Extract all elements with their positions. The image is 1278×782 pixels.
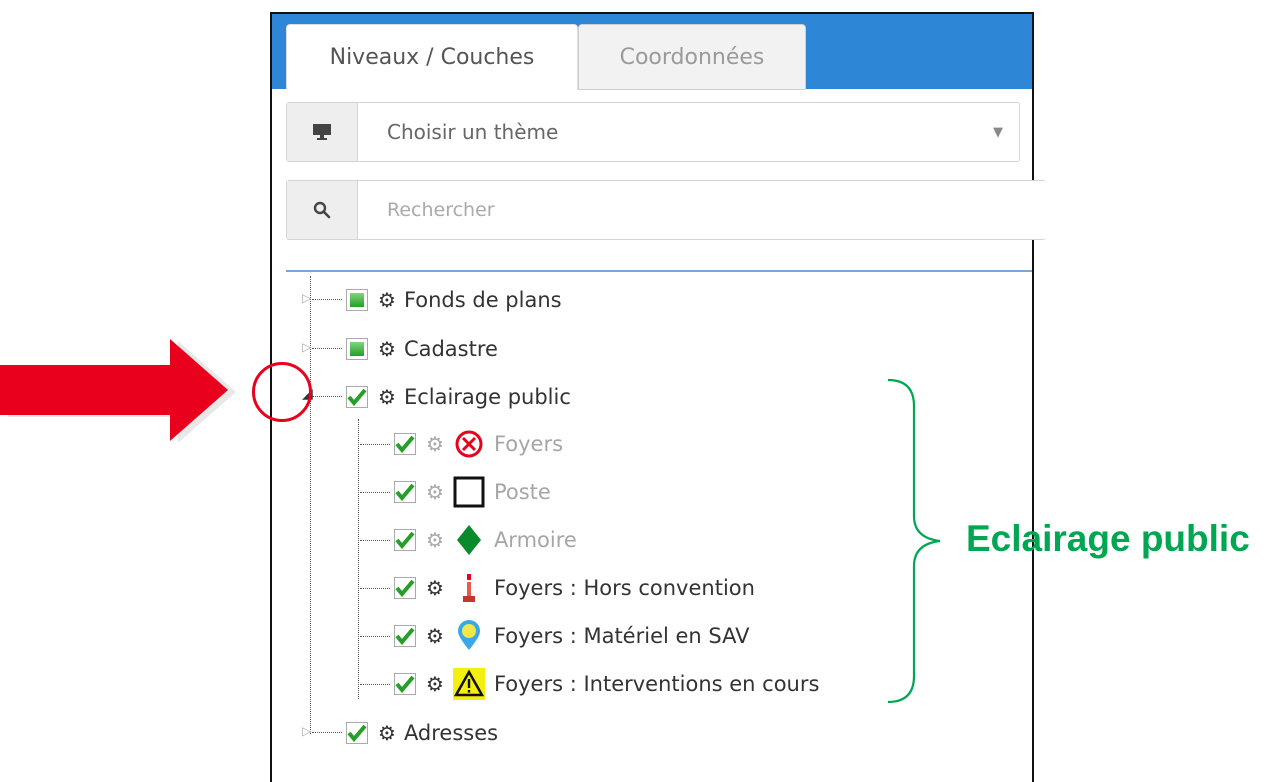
- monitor-icon: [287, 103, 358, 161]
- gear-icon[interactable]: ⚙: [426, 626, 444, 646]
- tree-node-fonds-de-plans[interactable]: ⚙ Fonds de plans: [346, 282, 562, 318]
- red-cross-circle-icon: [452, 427, 486, 461]
- gear-icon[interactable]: ⚙: [426, 578, 444, 598]
- red-street-light-icon: [452, 571, 486, 605]
- expand-arrow-icon[interactable]: ▷: [302, 724, 311, 738]
- tab-bar: Niveaux / Couches Coordonnées: [272, 14, 1032, 90]
- tab-label: Coordonnées: [619, 44, 765, 70]
- search-input[interactable]: Rechercher: [387, 181, 495, 239]
- gear-icon[interactable]: ⚙: [426, 482, 444, 502]
- search-field[interactable]: Rechercher: [286, 180, 1046, 240]
- layer-checkbox[interactable]: [346, 338, 368, 360]
- layer-checkbox[interactable]: [394, 529, 416, 551]
- green-diamond-icon: [452, 523, 486, 557]
- curly-brace-icon: [887, 378, 941, 704]
- tree-node-foyers-materiel-sav[interactable]: ⚙ Foyers : Matériel en SAV: [394, 618, 750, 654]
- tree-node-armoire[interactable]: ⚙ Armoire: [394, 522, 577, 558]
- tree-node-label: Cadastre: [403, 337, 498, 361]
- layer-checkbox[interactable]: [394, 625, 416, 647]
- tree-node-label: Adresses: [403, 721, 499, 745]
- layer-checkbox[interactable]: [394, 433, 416, 455]
- expand-arrow-icon[interactable]: ▷: [302, 291, 311, 305]
- gear-icon[interactable]: ⚙: [378, 387, 396, 407]
- tree-node-label: Eclairage public: [403, 385, 571, 409]
- theme-select-value: Choisir un thème: [387, 120, 559, 144]
- tree-node-label: Foyers : Hors convention: [493, 576, 755, 600]
- blue-map-pin-icon: [452, 619, 486, 653]
- tab-coordonnees[interactable]: Coordonnées: [578, 24, 806, 90]
- tab-label: Niveaux / Couches: [329, 45, 535, 70]
- gear-icon[interactable]: ⚙: [426, 530, 444, 550]
- tree-node-adresses[interactable]: ⚙ Adresses: [346, 715, 498, 751]
- tree-node-eclairage-public[interactable]: ⚙ Eclairage public: [346, 379, 571, 415]
- gear-icon[interactable]: ⚙: [426, 674, 444, 694]
- tree-node-label: Fonds de plans: [403, 288, 562, 312]
- layer-checkbox[interactable]: [394, 481, 416, 503]
- layer-checkbox[interactable]: [346, 289, 368, 311]
- red-arrow-icon: [0, 339, 236, 443]
- divider: [286, 270, 1032, 272]
- layer-checkbox[interactable]: [346, 722, 368, 744]
- search-icon: [287, 181, 358, 239]
- theme-select[interactable]: Choisir un thème ▼: [286, 102, 1020, 162]
- tree-node-foyers[interactable]: ⚙ Foyers: [394, 426, 563, 462]
- black-square-icon: [452, 475, 486, 509]
- gear-icon[interactable]: ⚙: [378, 290, 396, 310]
- caret-down-icon: ▼: [993, 125, 1003, 140]
- tab-niveaux-couches[interactable]: Niveaux / Couches: [286, 24, 578, 90]
- tree-node-label: Foyers : Interventions en cours: [493, 672, 820, 696]
- tree-node-poste[interactable]: ⚙ Poste: [394, 474, 551, 510]
- tree-node-cadastre[interactable]: ⚙ Cadastre: [346, 331, 498, 367]
- annotation-label: Eclairage public: [966, 518, 1250, 559]
- tree-node-label: Poste: [493, 480, 551, 504]
- layer-checkbox[interactable]: [394, 673, 416, 695]
- tree-node-foyers-interventions[interactable]: ⚙ Foyers : Interventions en cours: [394, 666, 819, 702]
- highlight-circle: [252, 362, 312, 422]
- gear-icon[interactable]: ⚙: [378, 339, 396, 359]
- tree-node-label: Foyers: [493, 432, 564, 456]
- gear-icon[interactable]: ⚙: [426, 434, 444, 454]
- tree-node-label: Armoire: [493, 528, 577, 552]
- layer-checkbox[interactable]: [394, 577, 416, 599]
- warning-triangle-icon: [452, 667, 486, 701]
- tree-node-foyers-hors-convention[interactable]: ⚙ Foyers : Hors convention: [394, 570, 755, 606]
- expand-arrow-icon[interactable]: ▷: [302, 340, 311, 354]
- layer-checkbox[interactable]: [346, 386, 368, 408]
- tree-node-label: Foyers : Matériel en SAV: [493, 624, 750, 648]
- gear-icon[interactable]: ⚙: [378, 723, 396, 743]
